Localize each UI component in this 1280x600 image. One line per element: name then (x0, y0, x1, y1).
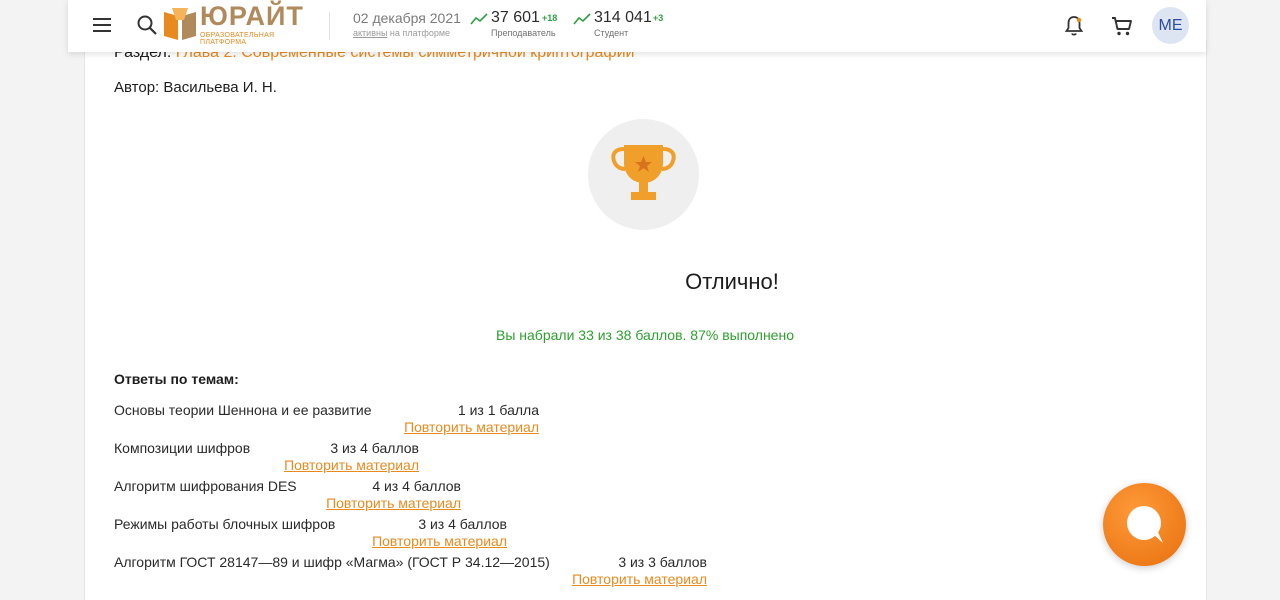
result-title: Отлично! (685, 269, 779, 294)
teacher-label: Преподаватель (491, 28, 556, 38)
student-stat: 314 041 +3 Студент (573, 8, 673, 44)
chat-bubble-icon (1127, 506, 1163, 543)
repeat-material-link[interactable]: Повторить материал (284, 457, 419, 473)
topic-points: 1 из 1 балла (457, 402, 539, 418)
cart-icon[interactable] (1110, 14, 1134, 38)
chat-button[interactable] (1103, 483, 1186, 566)
teacher-count: 37 601 (491, 9, 540, 26)
author: Автор: Васильева И. Н. (114, 79, 277, 96)
active-caption-rest: на платформе (387, 28, 451, 38)
repeat-material-link[interactable]: Повторить материал (404, 419, 539, 435)
user-avatar[interactable]: ME (1152, 7, 1189, 44)
logo-subtitle: ОБРАЗОВАТЕЛЬНАЯ ПЛАТФОРМА (200, 32, 275, 46)
logo-name: ЮРАЙТ (200, 1, 304, 31)
topic-points: 4 из 4 баллов (372, 478, 461, 494)
bell-icon[interactable] (1062, 14, 1086, 38)
repeat-material-link[interactable]: Повторить материал (572, 571, 707, 587)
trophy-badge (588, 119, 699, 230)
topic-points: 3 из 3 баллов (618, 554, 707, 570)
answers-heading: Ответы по темам: (114, 371, 239, 387)
topic-points: 3 из 4 баллов (330, 440, 419, 456)
active-users-caption: активны на платформе (353, 28, 450, 38)
trend-up-icon (573, 13, 591, 25)
student-label: Студент (594, 28, 629, 38)
trophy-icon (611, 145, 676, 200)
score-summary: Вы набрали 33 из 38 баллов. 87% выполнен… (496, 327, 794, 343)
trend-up-icon (470, 13, 488, 25)
topic-name: Композиции шифров (114, 440, 251, 456)
teacher-stat: 37 601 +18 Преподаватель (470, 8, 566, 44)
topic-points: 3 из 4 баллов (418, 516, 507, 532)
student-delta: +3 (653, 13, 664, 23)
hamburger-icon[interactable] (92, 15, 112, 35)
current-date: 02 декабря 2021 (353, 10, 461, 26)
divider (329, 12, 330, 40)
teacher-delta: +18 (542, 13, 558, 23)
student-count: 314 041 (594, 9, 652, 26)
topic-name: Алгоритм ГОСТ 28147—89 и шифр «Магма» (Г… (114, 554, 550, 570)
logo[interactable]: ЮРАЙТ ОБРАЗОВАТЕЛЬНАЯ ПЛАТФОРМА (162, 1, 304, 46)
topic-name: Основы теории Шеннона и ее развитие (114, 402, 372, 418)
topic-name: Алгоритм шифрования DES (114, 478, 297, 494)
topic-name: Режимы работы блочных шифров (114, 516, 336, 532)
logo-book-icon (164, 8, 196, 40)
top-header: ЮРАЙТ ОБРАЗОВАТЕЛЬНАЯ ПЛАТФОРМА 02 декаб… (68, 0, 1206, 52)
search-icon[interactable] (136, 14, 158, 36)
repeat-material-link[interactable]: Повторить материал (326, 495, 461, 511)
active-link[interactable]: активны (353, 28, 387, 38)
repeat-material-link[interactable]: Повторить материал (372, 533, 507, 549)
